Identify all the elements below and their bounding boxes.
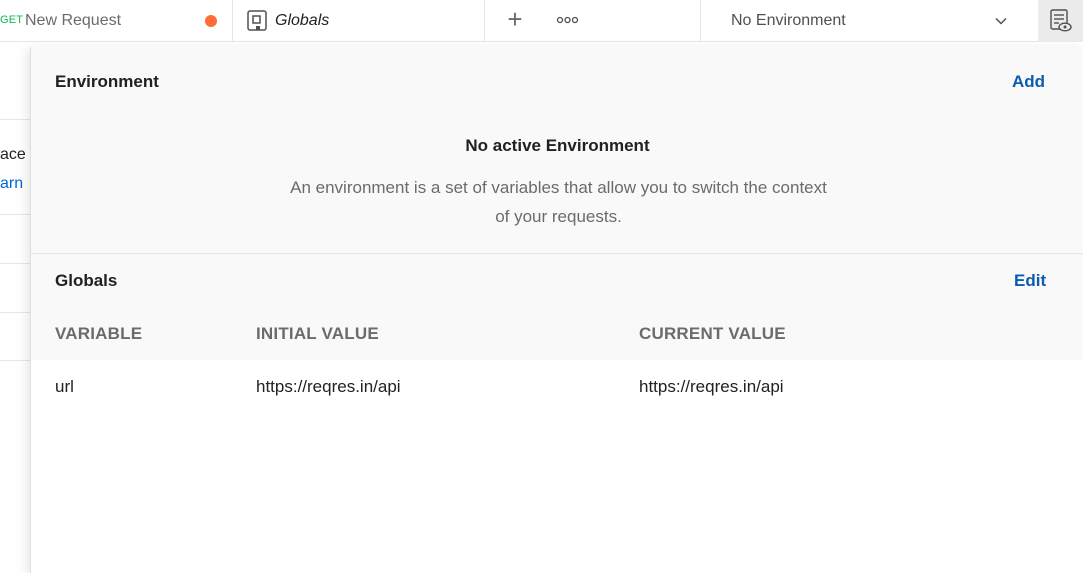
globals-table-body: url https://reqres.in/api https://reqres…: [31, 360, 1083, 573]
environment-selector-value: No Environment: [731, 12, 846, 29]
chevron-down-icon: [994, 14, 1008, 28]
tab-bar: GET New Request Globals + No Environment: [0, 0, 1083, 42]
environment-quick-look-icon: [1050, 9, 1072, 32]
empty-state-title: No active Environment: [465, 136, 650, 155]
request-method-badge: GET: [0, 14, 24, 26]
divider: [0, 119, 30, 120]
background-text: ace: [0, 146, 26, 163]
divider: [31, 253, 1083, 254]
initial-value-cell: https://reqres.in/api: [256, 377, 401, 396]
current-value-cell: https://reqres.in/api: [639, 377, 784, 396]
more-icon[interactable]: [555, 10, 581, 30]
app-root: GET New Request Globals + No Environment…: [0, 0, 1083, 573]
divider: [0, 312, 30, 313]
divider: [700, 0, 701, 42]
variable-name-cell: url: [55, 377, 74, 396]
divider: [0, 360, 30, 361]
environment-quick-look-button[interactable]: [1038, 0, 1083, 42]
column-header-current-value: CURRENT VALUE: [639, 324, 786, 343]
tab-new-request[interactable]: GET New Request: [0, 0, 233, 42]
tab-title: Globals: [275, 12, 330, 29]
environment-selector[interactable]: No Environment: [715, 6, 1025, 36]
unsaved-changes-dot: [205, 15, 217, 27]
divider: [0, 214, 30, 215]
column-header-initial-value: INITIAL VALUE: [256, 324, 379, 343]
add-environment-button[interactable]: Add: [1012, 72, 1045, 92]
background-link[interactable]: arn: [0, 175, 23, 193]
environment-quick-look-popover: Environment Add No active Environment An…: [30, 47, 1083, 573]
edit-globals-button[interactable]: Edit: [1014, 271, 1046, 291]
background-content-edge: ace arn: [0, 42, 30, 573]
divider: [0, 263, 30, 264]
empty-state-description: An environment is a set of variables tha…: [290, 178, 827, 226]
column-header-variable: VARIABLE: [55, 324, 143, 343]
tab-globals[interactable]: Globals: [233, 0, 485, 42]
plus-icon[interactable]: +: [502, 6, 528, 34]
globals-section-title: Globals: [55, 271, 118, 290]
environment-section-title: Environment: [55, 72, 159, 91]
tab-title: New Request: [25, 12, 122, 29]
globals-tab-icon: [247, 10, 267, 32]
